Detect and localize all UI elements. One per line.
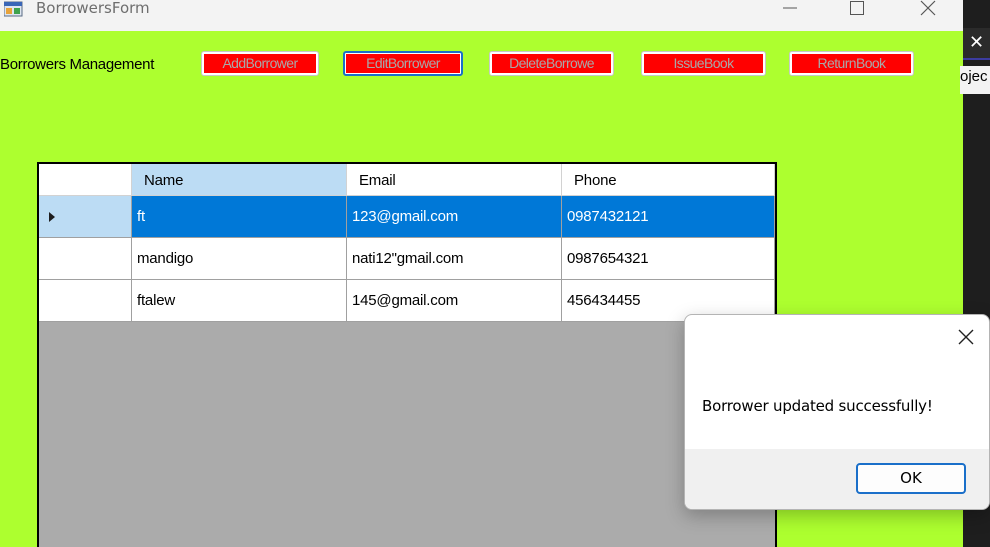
- cell-phone[interactable]: 0987654321: [562, 238, 775, 280]
- close-icon: [958, 329, 974, 345]
- edit-borrower-button[interactable]: EditBorrower: [343, 51, 463, 76]
- cell-email[interactable]: 123@gmail.com: [347, 196, 562, 238]
- column-header-name[interactable]: Name: [132, 164, 347, 196]
- current-row-arrow-icon: [49, 212, 55, 222]
- return-book-button[interactable]: ReturnBook: [789, 51, 914, 76]
- add-borrower-button[interactable]: AddBorrower: [201, 51, 319, 76]
- close-window-button[interactable]: [905, 0, 951, 16]
- table-row[interactable]: mandigo nati12"gmail.com 0987654321: [39, 238, 775, 280]
- row-header[interactable]: [39, 238, 132, 280]
- column-header-email[interactable]: Email: [347, 164, 562, 196]
- cell-name[interactable]: ftalew: [132, 280, 347, 322]
- cell-name[interactable]: mandigo: [132, 238, 347, 280]
- message-box-dialog: Borrower updated successfully! OK: [684, 314, 990, 510]
- message-box-close-button[interactable]: [954, 325, 978, 349]
- return-book-button-label: ReturnBook: [792, 54, 911, 73]
- row-header[interactable]: [39, 280, 132, 322]
- cell-email[interactable]: 145@gmail.com: [347, 280, 562, 322]
- background-app-text: ojec: [960, 66, 990, 94]
- grid-corner-header[interactable]: [39, 164, 132, 196]
- row-header[interactable]: [39, 196, 132, 238]
- cell-phone[interactable]: 0987432121: [562, 196, 775, 238]
- cell-name[interactable]: ft: [132, 196, 347, 238]
- add-borrower-button-label: AddBorrower: [204, 54, 316, 73]
- background-app-close-button[interactable]: ✕: [963, 28, 990, 58]
- edit-borrower-button-label: EditBorrower: [346, 54, 460, 73]
- cell-email[interactable]: nati12"gmail.com: [347, 238, 562, 280]
- minimize-icon: [783, 7, 797, 9]
- background-app-tab-indicator: [963, 58, 990, 60]
- delete-borrower-button[interactable]: DeleteBorrowe: [489, 51, 614, 76]
- title-bar[interactable]: BorrowersForm: [0, 0, 963, 31]
- borrowers-management-label: Borrowers Management: [0, 56, 155, 73]
- close-icon: [920, 0, 936, 16]
- message-text: Borrower updated successfully!: [702, 397, 933, 415]
- column-header-phone[interactable]: Phone: [562, 164, 775, 196]
- maximize-button[interactable]: [834, 0, 880, 16]
- app-icon: [3, 1, 24, 17]
- maximize-icon: [850, 1, 864, 15]
- borrowers-data-grid[interactable]: Name Email Phone ft 123@gmail.com 098743…: [37, 162, 777, 547]
- ok-button[interactable]: OK: [856, 463, 966, 494]
- delete-borrower-button-label: DeleteBorrowe: [492, 54, 611, 73]
- table-row[interactable]: ft 123@gmail.com 0987432121: [39, 196, 775, 238]
- issue-book-button-label: IssueBook: [644, 54, 763, 73]
- window-title: BorrowersForm: [36, 0, 150, 17]
- table-row[interactable]: ftalew 145@gmail.com 456434455: [39, 280, 775, 322]
- issue-book-button[interactable]: IssueBook: [641, 51, 766, 76]
- minimize-button[interactable]: [767, 0, 813, 16]
